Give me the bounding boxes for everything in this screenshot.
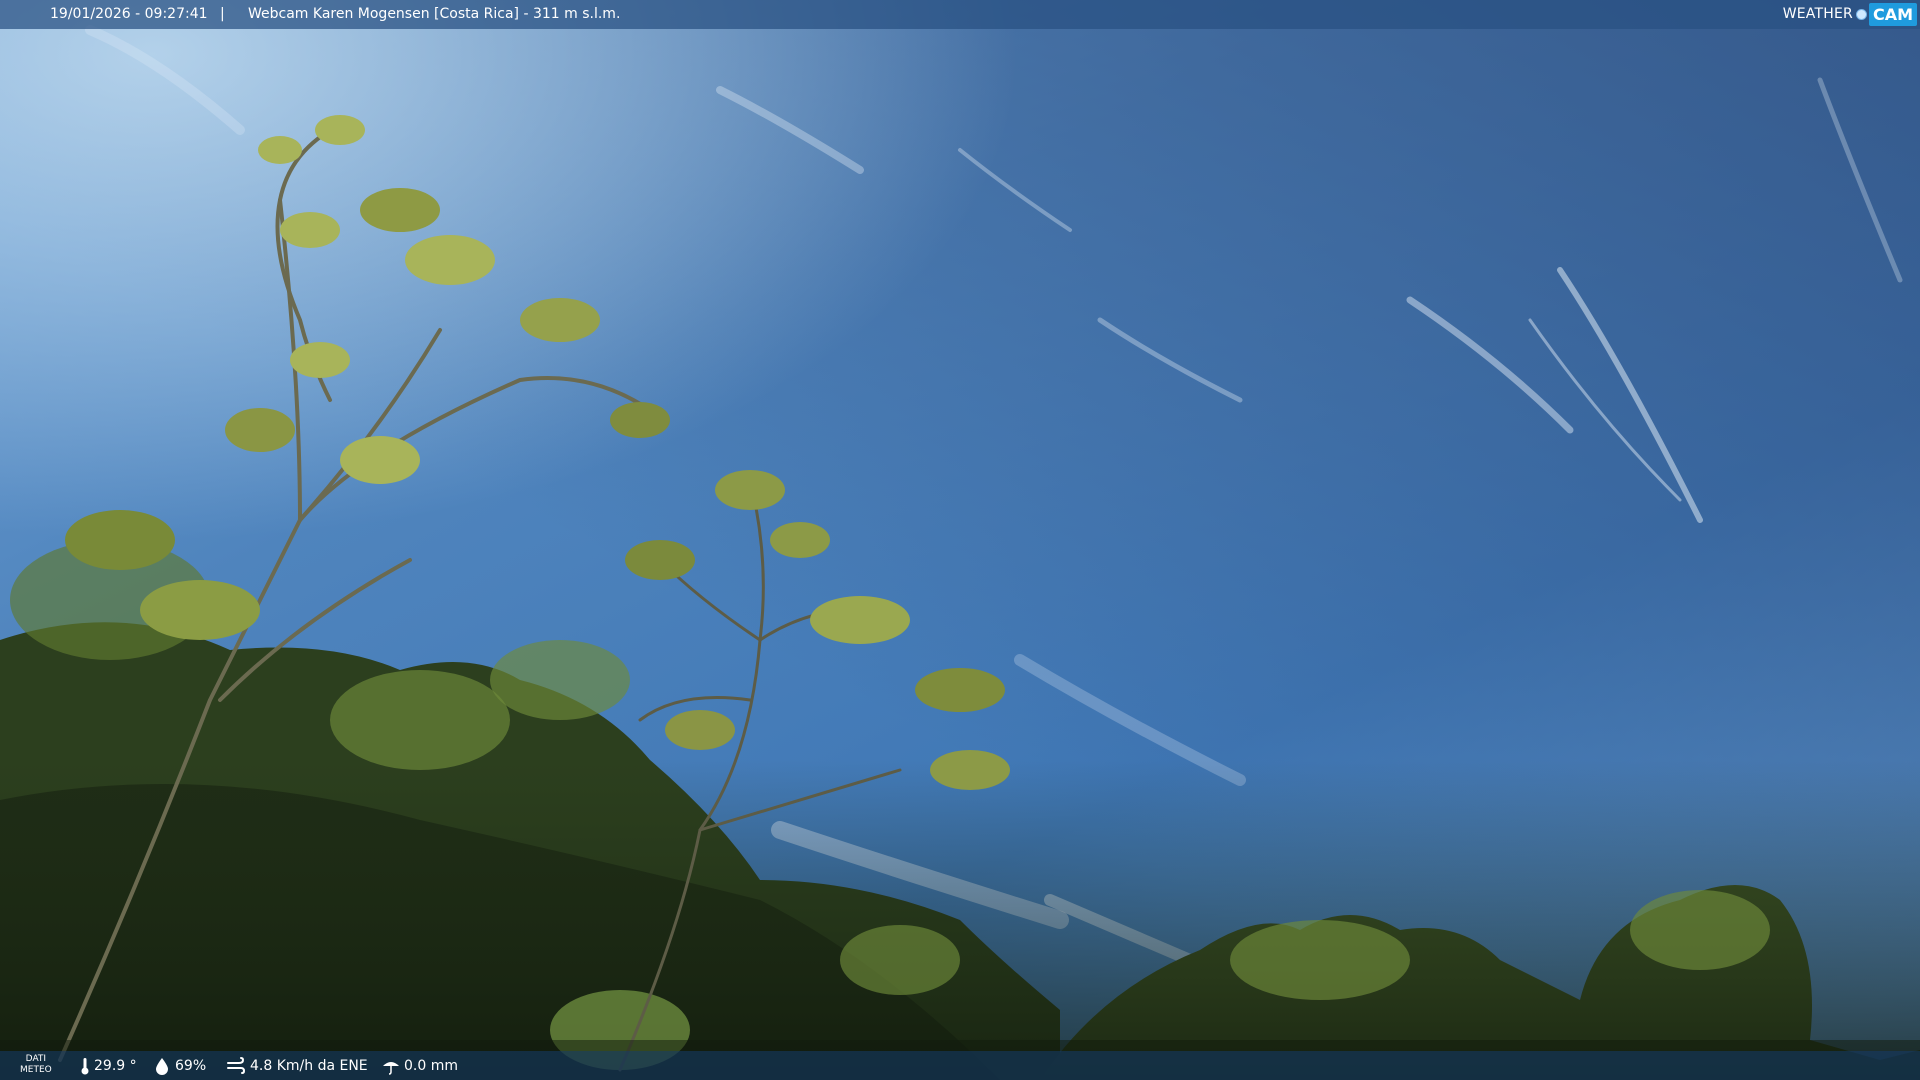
weathercam-logo: WEATHER CAM <box>1783 3 1917 26</box>
thermometer-icon <box>81 1057 89 1074</box>
webcam-scene <box>0 0 1920 1080</box>
weather-data-label-line2: METEO <box>20 1065 52 1075</box>
wind-reading: 4.8 Km/h da ENE <box>226 1051 368 1080</box>
logo-dot-icon <box>1855 9 1867 20</box>
rain-icon <box>383 1061 399 1075</box>
logo-text-weather: WEATHER <box>1782 6 1853 22</box>
temperature-value: 29.9 ° <box>94 1057 137 1074</box>
timestamp: 19/01/2026 - 09:27:41 <box>50 6 208 22</box>
rain-value: 0.0 mm <box>404 1057 458 1074</box>
wind-value: 4.8 Km/h da ENE <box>250 1057 368 1074</box>
humidity-drop-icon <box>156 1057 168 1075</box>
separator: | <box>220 6 225 22</box>
weather-data-label-line1: DATI <box>25 1054 47 1064</box>
weather-data-label: DATI METEO <box>20 1054 52 1076</box>
camera-name: Webcam Karen Mogensen [Costa Rica] - 311… <box>248 6 621 22</box>
webcam-viewport: 19/01/2026 - 09:27:41 | Webcam Karen Mog… <box>0 0 1920 1080</box>
humidity-value: 69% <box>175 1057 207 1074</box>
logo-text-cam: CAM <box>1868 3 1917 26</box>
rain-reading: 0.0 mm <box>382 1051 458 1080</box>
top-info-bar: 19/01/2026 - 09:27:41 | Webcam Karen Mog… <box>0 0 1920 29</box>
wind-icon <box>227 1056 246 1074</box>
temperature-reading: 29.9 ° <box>80 1051 137 1080</box>
weather-data-bar: DATI METEO 29.9 ° 69% 4.8 Km/h da ENE 0.… <box>0 1051 1920 1080</box>
humidity-reading: 69% <box>153 1051 206 1080</box>
